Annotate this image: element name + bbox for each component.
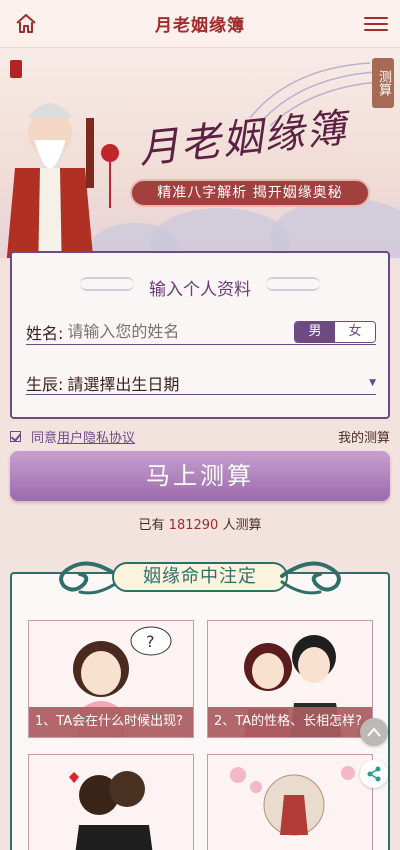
name-input[interactable] (67, 322, 294, 341)
form-heading: 输入个人资料 (149, 280, 251, 300)
hero-title: 月老姻缘簿 (136, 105, 351, 173)
gender-toggle[interactable]: 男 女 (294, 320, 376, 343)
tile-caption: 1、TA会在什么时候出现? (29, 707, 193, 737)
hero-banner: 月老姻缘簿 精准八字解析 揭开姻缘奥秘 测算 (0, 48, 400, 258)
name-label: 姓名: (26, 323, 64, 343)
question-tile-3[interactable] (28, 754, 194, 850)
cloud-decoration (270, 198, 400, 258)
gender-male-option[interactable]: 男 (295, 321, 335, 342)
share-icon (367, 766, 381, 782)
svg-text:?: ? (146, 632, 155, 651)
scroll-top-button[interactable] (360, 718, 388, 746)
privacy-policy-link[interactable]: 用户隐私协议 (57, 427, 135, 446)
name-row: 姓名: 男 女 (26, 319, 376, 345)
chevron-up-icon (367, 727, 381, 737)
agreement-row: 同意 用户隐私协议 (10, 427, 135, 446)
test-count: 已有 181290 人测算 (0, 514, 400, 533)
my-test-link[interactable]: 我的测算 (338, 427, 390, 446)
count-prefix: 已有 (138, 518, 169, 533)
question-tile-1[interactable]: ? 1、TA会在什么时候出现? (28, 620, 194, 738)
blossom-illustration (230, 766, 355, 836)
page-title: 月老姻缘簿 (155, 16, 245, 36)
top-bar: 月老姻缘簿 (0, 0, 400, 48)
home-icon[interactable] (14, 12, 38, 36)
gender-female-option[interactable]: 女 (335, 321, 375, 342)
matchmaker-illustration (6, 103, 119, 258)
tile-caption: 2、TA的性格、长相怎样? (208, 707, 372, 737)
menu-icon[interactable] (364, 13, 388, 35)
side-tag[interactable]: 测算 (372, 58, 394, 108)
birth-value[interactable]: 請選擇出生日期 (67, 371, 369, 395)
share-button[interactable] (360, 760, 388, 788)
birth-date-select[interactable]: 生辰: 請選擇出生日期 ▼ (26, 371, 376, 395)
profile-form: 输入个人资料 姓名: 男 女 生辰: 請選擇出生日期 ▼ (10, 251, 390, 419)
red-tag-icon (10, 60, 22, 78)
count-number: 181290 (168, 518, 219, 533)
agree-prefix: 同意 (31, 431, 58, 446)
agree-checkbox[interactable] (10, 431, 21, 442)
birth-label: 生辰: (26, 374, 64, 394)
count-suffix: 人测算 (218, 518, 262, 533)
question-tile-2[interactable]: 2、TA的性格、长相怎样? (207, 620, 373, 738)
cloud-ornament-icon (280, 561, 341, 595)
submit-button[interactable]: 马上测算 (10, 451, 390, 501)
cloud-ornament-icon (59, 561, 120, 595)
heading-decoration (266, 277, 320, 291)
section-title: 姻缘命中注定 (112, 562, 288, 592)
section-banner: 姻缘命中注定 (50, 550, 350, 600)
hero-subtitle: 精准八字解析 揭开姻缘奥秘 (130, 179, 370, 207)
question-tile-4[interactable] (207, 754, 373, 850)
chevron-down-icon: ▼ (369, 377, 376, 388)
kiss-illustration (69, 771, 153, 850)
